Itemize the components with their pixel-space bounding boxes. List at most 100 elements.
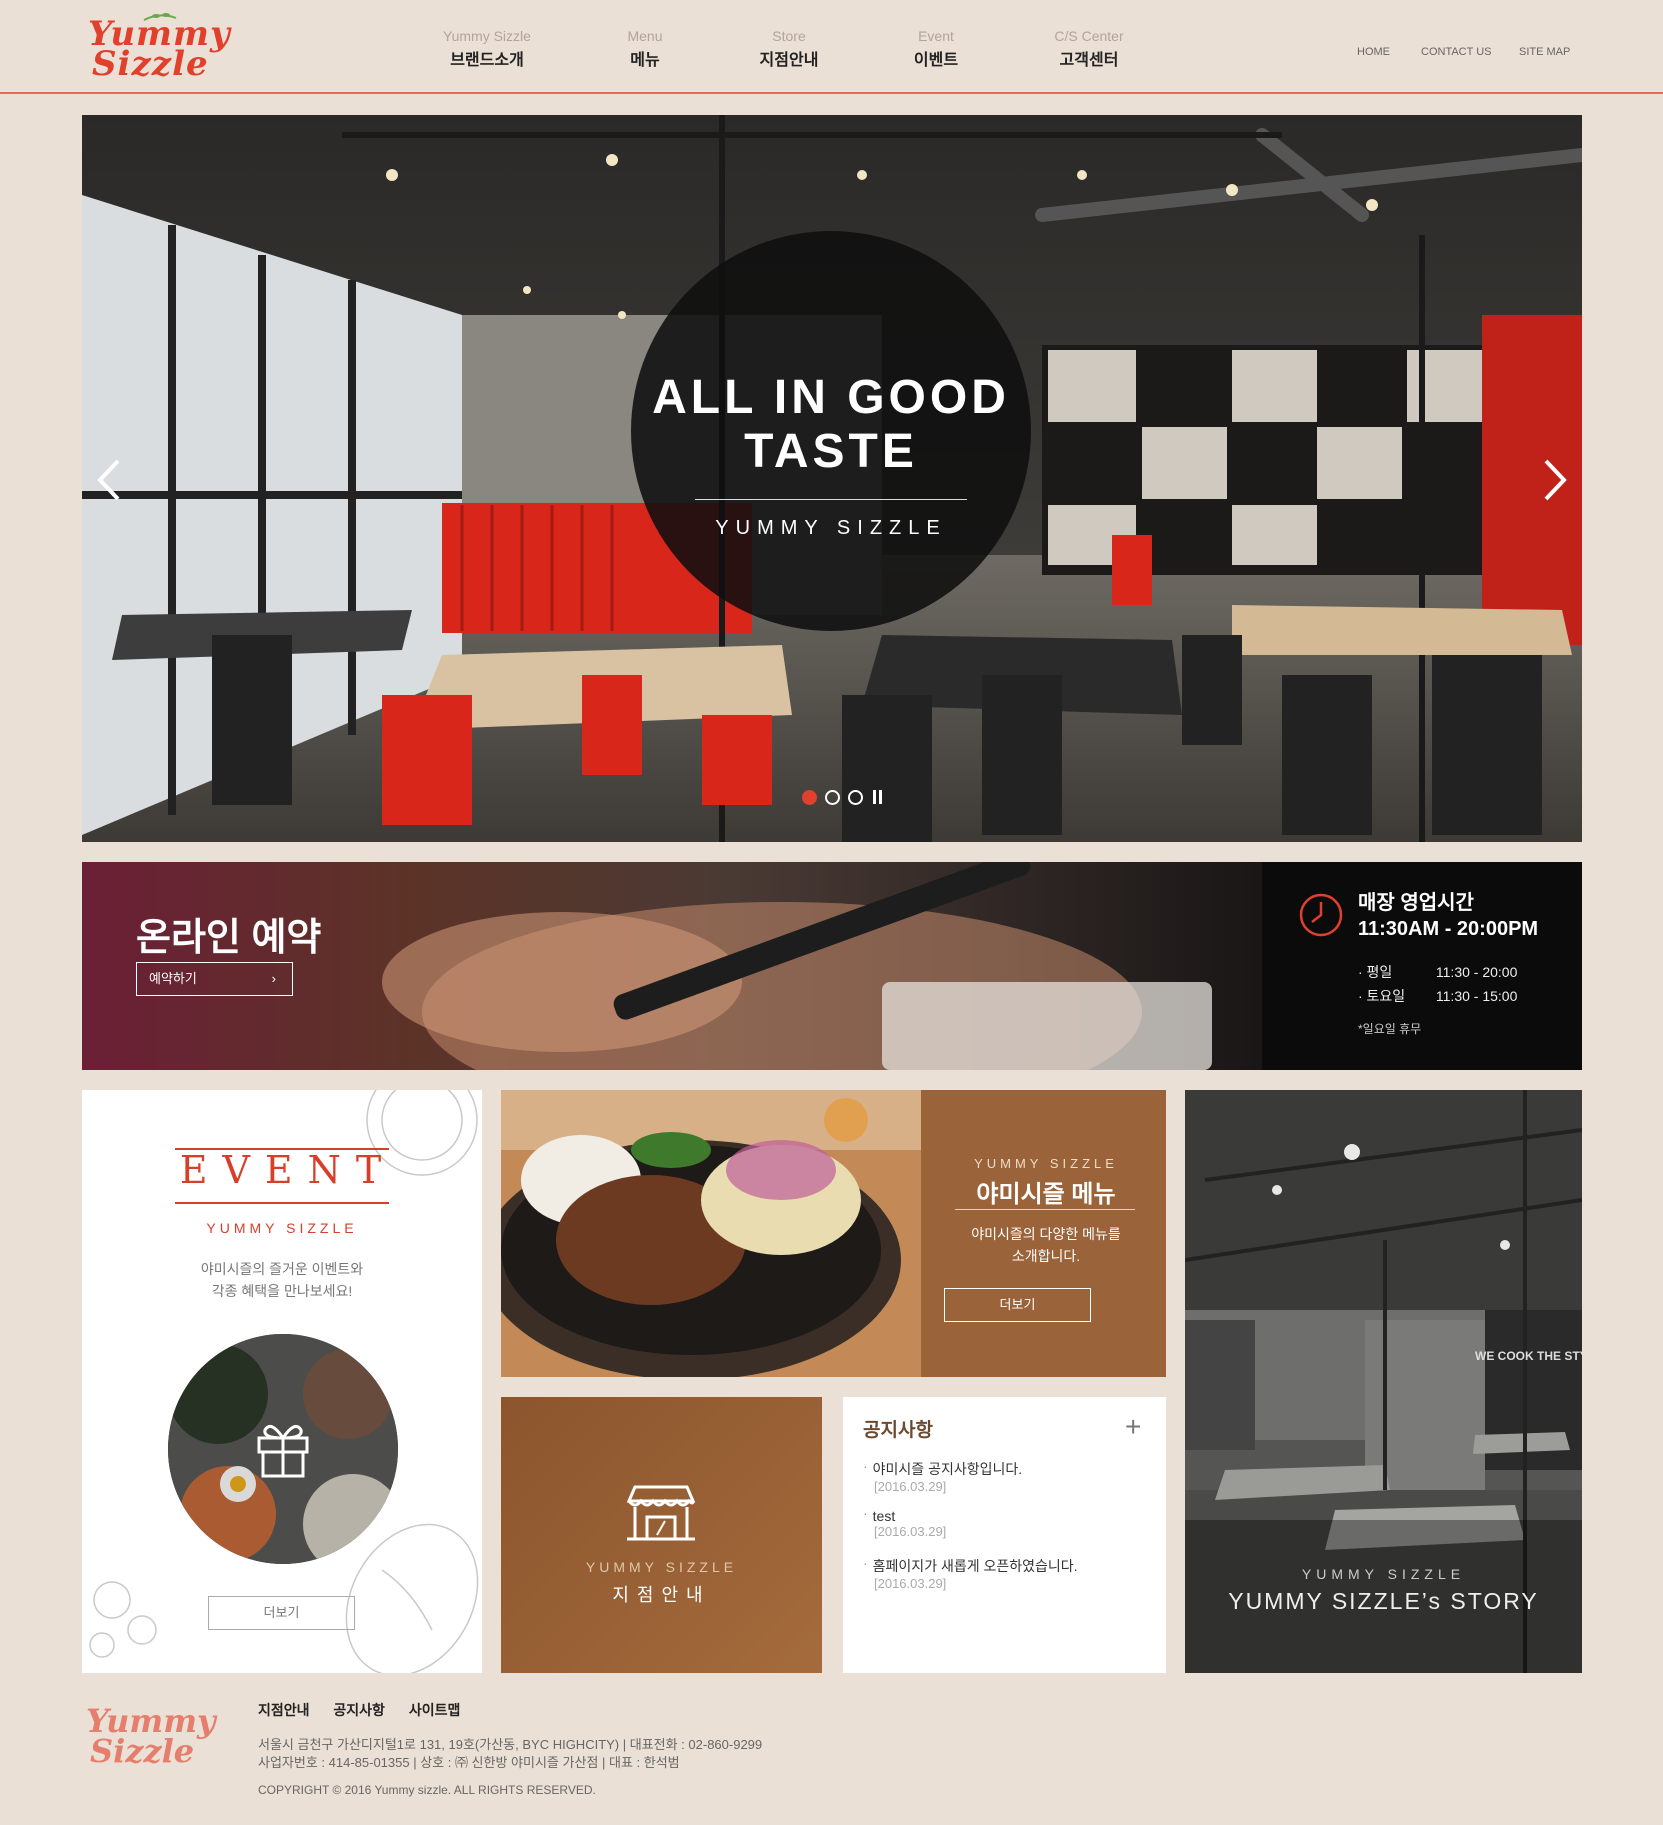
hero-slider: ALL IN GOOD TASTE YUMMY SIZZLE bbox=[82, 115, 1582, 842]
slider-dot-1[interactable] bbox=[802, 790, 817, 805]
nav-item-en: Event bbox=[918, 28, 954, 44]
hours-time: 11:30 - 20:00 bbox=[1435, 964, 1518, 980]
notice-item[interactable]: 홈페이지가 새롭게 오픈하였습니다. [2016.03.29] bbox=[863, 1556, 1153, 1591]
nav-item-en: Menu bbox=[627, 28, 663, 44]
clock-icon bbox=[1299, 893, 1343, 937]
footer-link-notice[interactable]: 공지사항 bbox=[333, 1702, 385, 1718]
footer-logo[interactable]: Yummy Sizzle bbox=[82, 1700, 216, 1772]
store-card-en: YUMMY SIZZLE bbox=[585, 1559, 738, 1575]
logo-text-line2: Sizzle bbox=[92, 44, 209, 84]
chevron-right-icon[interactable] bbox=[1536, 453, 1572, 507]
footer-business-info: 사업자번호 : 414-85-01355 | 상호 : ㈜ 신한방 야미시즐 가… bbox=[258, 1755, 680, 1770]
hours-time: 11:30 - 15:00 bbox=[1435, 988, 1518, 1004]
footer-address: 서울시 금천구 가산디지털1로 131, 19호(가산동, BYC HIGHCI… bbox=[258, 1737, 763, 1752]
menu-card-description: 야미시즐의 다양한 메뉴를 소개합니다. bbox=[941, 1223, 1151, 1267]
story-card[interactable]: WE COOK THE STYLE YUMMY SIZZLE YUMMY SIZ… bbox=[1185, 1090, 1582, 1673]
hours-note: *일요일 휴무 bbox=[1358, 1022, 1422, 1036]
footer-nav: 지점안내 공지사항 사이트맵 bbox=[258, 1700, 480, 1720]
pause-icon[interactable] bbox=[873, 790, 885, 805]
slider-dot-2[interactable] bbox=[825, 790, 840, 805]
nav-item-ko: 이벤트 bbox=[913, 52, 959, 69]
util-link-home[interactable]: HOME bbox=[1357, 46, 1390, 58]
nav-item-ko: 브랜드소개 bbox=[450, 52, 524, 69]
notice-item[interactable]: test [2016.03.29] bbox=[863, 1508, 1153, 1539]
story-card-title: YUMMY SIZZLE’s STORY bbox=[1228, 1588, 1539, 1614]
hero-caption-circle: ALL IN GOOD TASTE YUMMY SIZZLE bbox=[631, 231, 1031, 631]
nav-item-ko: 고객센터 bbox=[1059, 52, 1119, 69]
store-card[interactable]: YUMMY SIZZLE 지점안내 bbox=[501, 1397, 822, 1673]
notice-board: 공지사항 + 야미시즐 공지사항입니다. [2016.03.29] test [… bbox=[843, 1397, 1166, 1673]
hero-title-line1: ALL IN GOOD bbox=[652, 371, 1010, 424]
footer-copyright: COPYRIGHT © 2016 Yummy sizzle. ALL RIGHT… bbox=[258, 1783, 596, 1797]
event-card: EVENT YUMMY SIZZLE 야미시즐의 즐거운 이벤트와 각종 혜택을… bbox=[82, 1090, 482, 1673]
hero-title-line2: TASTE bbox=[744, 425, 918, 478]
reservation-banner: 온라인 예약 예약하기 › 매장 영업시간 11:30AM - 20:00PM … bbox=[82, 862, 1582, 1070]
hours-title-label: 매장 영업시간 bbox=[1358, 892, 1474, 914]
notice-item-date: [2016.03.29] bbox=[874, 1479, 947, 1494]
menu-card: YUMMY SIZZLE 야미시즐 메뉴 야미시즐의 다양한 메뉴를 소개합니다… bbox=[501, 1090, 1166, 1377]
nav-item-cs-center[interactable]: C/S Center 고객센터 bbox=[1019, 28, 1159, 70]
hours-day: · 토요일 bbox=[1358, 988, 1406, 1004]
story-card-en: YUMMY SIZZLE bbox=[1301, 1566, 1466, 1582]
nav-item-store[interactable]: Store 지점안내 bbox=[719, 28, 859, 70]
gift-icon bbox=[257, 1424, 309, 1478]
bulgogi-plate-image bbox=[501, 1090, 921, 1377]
hours-row-saturday: · 토요일 11:30 - 15:00 bbox=[1358, 986, 1517, 1006]
menu-card-en: YUMMY SIZZLE bbox=[974, 1156, 1118, 1171]
notice-title: 공지사항 bbox=[863, 1420, 933, 1441]
event-title: EVENT bbox=[179, 1148, 397, 1192]
hours-title: 매장 영업시간 11:30AM - 20:00PM bbox=[1358, 890, 1538, 942]
event-food-image bbox=[168, 1334, 398, 1564]
event-subtitle: YUMMY SIZZLE bbox=[206, 1220, 358, 1236]
menu-desc-line2: 소개합니다. bbox=[1011, 1248, 1081, 1264]
store-interior-image: WE COOK THE STYLE bbox=[1185, 1090, 1582, 1673]
notice-item-date: [2016.03.29] bbox=[874, 1524, 947, 1539]
slider-pagination bbox=[802, 790, 885, 805]
hours-row-weekday: · 평일 11:30 - 20:00 bbox=[1358, 962, 1517, 982]
reserve-button[interactable]: 예약하기 › bbox=[136, 962, 293, 996]
notice-item-date: [2016.03.29] bbox=[874, 1576, 947, 1591]
nav-item-en: Yummy Sizzle bbox=[443, 28, 531, 44]
event-desc-line1: 야미시즐의 즐거운 이벤트와 bbox=[200, 1261, 364, 1277]
slider-dot-3[interactable] bbox=[848, 790, 863, 805]
hero-divider bbox=[695, 499, 967, 500]
nav-item-en: Store bbox=[772, 28, 806, 44]
event-desc-line2: 각종 혜택을 만나보세요! bbox=[211, 1283, 353, 1299]
menu-more-button[interactable]: 더보기 bbox=[944, 1288, 1091, 1322]
brand-logo[interactable]: Yummy Sizzle bbox=[84, 10, 230, 84]
notice-item[interactable]: 야미시즐 공지사항입니다. [2016.03.29] bbox=[863, 1459, 1153, 1494]
store-sign-text: WE COOK THE STYLE bbox=[1475, 1349, 1582, 1363]
util-link-contact[interactable]: CONTACT US bbox=[1421, 46, 1492, 58]
reserve-button-label: 예약하기 bbox=[149, 971, 197, 986]
menu-desc-line1: 야미시즐의 다양한 메뉴를 bbox=[971, 1226, 1121, 1242]
chevron-left-icon[interactable] bbox=[92, 453, 128, 507]
footer-logo-line2: Sizzle bbox=[90, 1732, 195, 1770]
hours-day: · 평일 bbox=[1358, 964, 1393, 980]
site-header: Yummy Sizzle Yummy Sizzle 브랜드소개 Menu 메뉴 … bbox=[0, 0, 1663, 94]
nav-item-brand[interactable]: Yummy Sizzle 브랜드소개 bbox=[417, 28, 557, 70]
store-icon bbox=[626, 1485, 696, 1541]
notice-item-title: test bbox=[863, 1508, 1153, 1524]
notice-item-title: 야미시즐 공지사항입니다. bbox=[863, 1459, 1153, 1479]
nav-item-ko: 지점안내 bbox=[759, 52, 819, 69]
event-title-rule-bottom bbox=[175, 1202, 389, 1204]
footer-link-store[interactable]: 지점안내 bbox=[258, 1702, 310, 1718]
hero-subtitle: YUMMY SIZZLE bbox=[715, 517, 947, 539]
util-link-sitemap[interactable]: SITE MAP bbox=[1519, 46, 1570, 58]
menu-card-title: 야미시즐 메뉴 bbox=[976, 1181, 1116, 1208]
nav-item-event[interactable]: Event 이벤트 bbox=[866, 28, 1006, 70]
store-card-title: 지점안내 bbox=[612, 1585, 711, 1605]
notice-item-title: 홈페이지가 새롭게 오픈하였습니다. bbox=[863, 1556, 1153, 1576]
chevron-right-icon: › bbox=[271, 971, 276, 986]
nav-item-en: C/S Center bbox=[1054, 28, 1124, 44]
menu-card-divider bbox=[955, 1209, 1135, 1210]
nav-item-menu[interactable]: Menu 메뉴 bbox=[575, 28, 715, 70]
plus-icon[interactable]: + bbox=[1125, 1411, 1141, 1443]
hours-range: 11:30AM - 20:00PM bbox=[1358, 918, 1539, 940]
footer-link-sitemap[interactable]: 사이트맵 bbox=[409, 1702, 461, 1718]
nav-item-ko: 메뉴 bbox=[630, 52, 660, 69]
hero-title: ALL IN GOOD TASTE bbox=[631, 371, 1031, 479]
reservation-title: 온라인 예약 bbox=[136, 917, 322, 959]
event-more-button[interactable]: 더보기 bbox=[208, 1596, 355, 1630]
event-description: 야미시즐의 즐거운 이벤트와 각종 혜택을 만나보세요! bbox=[82, 1258, 482, 1302]
